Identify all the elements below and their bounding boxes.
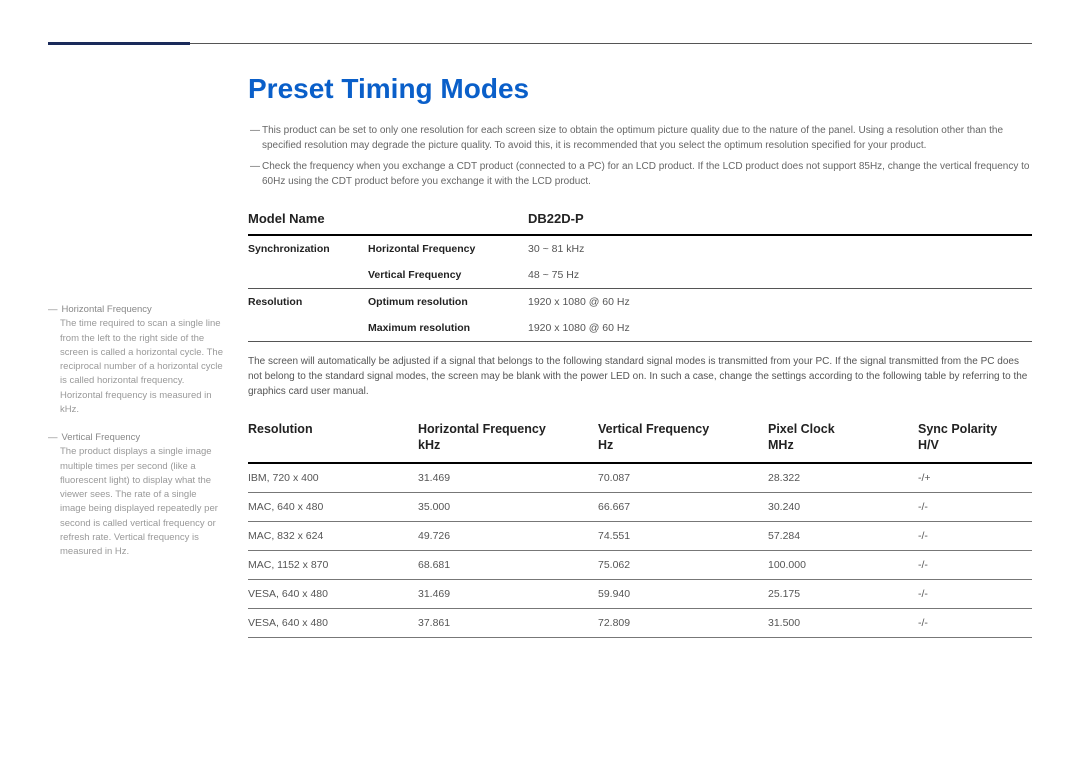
cell: -/-: [918, 492, 1032, 521]
spec-val: 30 ~ 81 kHz: [528, 235, 1032, 262]
cell: 28.322: [768, 463, 918, 493]
th-vfreq: Vertical FrequencyHz: [598, 415, 768, 463]
cell: 70.087: [598, 463, 768, 493]
cell: 59.940: [598, 579, 768, 608]
table-row: VESA, 640 x 48031.46959.94025.175-/-: [248, 579, 1032, 608]
table-row: VESA, 640 x 48037.86172.80931.500-/-: [248, 608, 1032, 637]
note-text: This product can be set to only one reso…: [262, 123, 1032, 153]
cell: 37.861: [418, 608, 598, 637]
spec-val: 1920 x 1080 @ 60 Hz: [528, 289, 1032, 316]
spec-sub: Maximum resolution: [368, 315, 528, 342]
th-sync: Sync PolarityH/V: [918, 415, 1032, 463]
spec-val: 48 ~ 75 Hz: [528, 262, 1032, 289]
cell: -/-: [918, 608, 1032, 637]
sidebar-body: The product displays a single image mult…: [48, 445, 224, 559]
spec-sub: Vertical Frequency: [368, 262, 528, 289]
cell: 75.062: [598, 550, 768, 579]
sidebar: ―Horizontal Frequency The time required …: [48, 73, 224, 638]
cell: 72.809: [598, 608, 768, 637]
table-row: MAC, 1152 x 87068.68175.062100.000-/-: [248, 550, 1032, 579]
notes: ―This product can be set to only one res…: [248, 123, 1032, 189]
cell: IBM, 720 x 400: [248, 463, 418, 493]
th-resolution: Resolution: [248, 415, 418, 463]
cell: -/+: [918, 463, 1032, 493]
spec-cat: [248, 262, 368, 289]
sidebar-note-vertical: ―Vertical Frequency The product displays…: [48, 431, 224, 559]
note-text: Check the frequency when you exchange a …: [262, 159, 1032, 189]
cell: -/-: [918, 550, 1032, 579]
sidebar-title: Vertical Frequency: [62, 432, 141, 443]
cell: 25.175: [768, 579, 918, 608]
sidebar-title: Horizontal Frequency: [62, 304, 152, 315]
sidebar-body: The time required to scan a single line …: [48, 317, 224, 417]
spec-sub: Optimum resolution: [368, 289, 528, 316]
cell: 30.240: [768, 492, 918, 521]
cell: 57.284: [768, 521, 918, 550]
sidebar-note-horizontal: ―Horizontal Frequency The time required …: [48, 303, 224, 417]
th-hfreq: Horizontal FrequencykHz: [418, 415, 598, 463]
cell: MAC, 1152 x 870: [248, 550, 418, 579]
cell: 68.681: [418, 550, 598, 579]
cell: 31.500: [768, 608, 918, 637]
cell: 66.667: [598, 492, 768, 521]
table-row: MAC, 640 x 48035.00066.66730.240-/-: [248, 492, 1032, 521]
cell: 31.469: [418, 463, 598, 493]
th-pixel: Pixel ClockMHz: [768, 415, 918, 463]
spec-cat: Synchronization: [248, 235, 368, 262]
cell: MAC, 832 x 624: [248, 521, 418, 550]
spec-sub: Horizontal Frequency: [368, 235, 528, 262]
header-rule: [48, 42, 1032, 45]
cell: 35.000: [418, 492, 598, 521]
cell: 74.551: [598, 521, 768, 550]
spec-table: Model Name DB22D-P Synchronization Horiz…: [248, 203, 1032, 342]
spec-val: 1920 x 1080 @ 60 Hz: [528, 315, 1032, 342]
timing-table: Resolution Horizontal FrequencykHz Verti…: [248, 415, 1032, 638]
cell: 31.469: [418, 579, 598, 608]
table-row: MAC, 832 x 62449.72674.55157.284-/-: [248, 521, 1032, 550]
cell: -/-: [918, 521, 1032, 550]
table-row: IBM, 720 x 40031.46970.08728.322-/+: [248, 463, 1032, 493]
page-title: Preset Timing Modes: [248, 73, 1032, 105]
spec-cat: Resolution: [248, 289, 368, 316]
spec-model-value: DB22D-P: [528, 203, 1032, 235]
spec-model-label: Model Name: [248, 203, 528, 235]
cell: 49.726: [418, 521, 598, 550]
description: The screen will automatically be adjuste…: [248, 354, 1032, 399]
cell: -/-: [918, 579, 1032, 608]
cell: VESA, 640 x 480: [248, 579, 418, 608]
main-content: Preset Timing Modes ―This product can be…: [248, 73, 1032, 638]
cell: MAC, 640 x 480: [248, 492, 418, 521]
spec-cat: [248, 315, 368, 342]
cell: 100.000: [768, 550, 918, 579]
cell: VESA, 640 x 480: [248, 608, 418, 637]
